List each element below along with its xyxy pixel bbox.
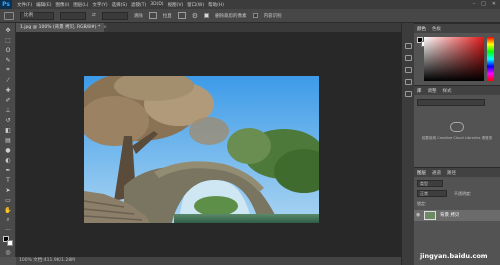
options-bar: 比例 ⇄ 清除 拉直 ⚙ 删除裁剪的像素 内容识别 [0, 9, 500, 23]
document-tab[interactable]: 1.jpg @ 100% (背景 拷贝, RGB/8#) * × [16, 23, 107, 32]
pen-tool-icon[interactable]: ✒ [3, 166, 13, 174]
ratio-select[interactable]: 比例 [20, 11, 54, 20]
menu-item-window[interactable]: 窗口(W) [187, 2, 204, 8]
stone-bridge-photo [84, 76, 319, 223]
document-tab-title: 1.jpg @ 100% (背景 拷贝, RGB/8#) * [20, 25, 101, 30]
lasso-tool-icon[interactable]: ʘ [3, 46, 13, 54]
layer-kind-select[interactable]: 类型 [417, 180, 443, 187]
straighten-icon[interactable] [148, 12, 157, 19]
quick-select-tool-icon[interactable]: ✎ [3, 56, 13, 64]
delete-cropped-pixels-checkbox[interactable] [204, 13, 210, 18]
menu-item-type[interactable]: 文字(Y) [92, 2, 107, 8]
hand-tool-icon[interactable]: ✋ [3, 206, 13, 214]
menu-items: 文件(F) 编辑(E) 图像(I) 图层(L) 文字(Y) 选择(S) 滤镜(T… [12, 2, 224, 8]
menu-item-help[interactable]: 帮助(H) [208, 2, 224, 8]
delete-cropped-pixels-label: 删除裁剪的像素 [215, 13, 247, 19]
tab-swatches[interactable]: 色板 [432, 26, 441, 32]
type-tool-icon[interactable]: T [3, 176, 13, 184]
zoom-tool-icon[interactable]: ⌕ [3, 216, 13, 224]
blur-tool-icon[interactable]: ● [3, 146, 13, 154]
tab-channels[interactable]: 通道 [432, 170, 441, 176]
background-color-swatch[interactable] [7, 240, 13, 246]
photoshop-logo: Ps [0, 0, 12, 9]
hue-slider[interactable] [487, 37, 494, 81]
more-tools-icon[interactable]: ··· [3, 226, 13, 234]
opacity-label: 不透明度: [454, 191, 472, 196]
document-tab-bar: 1.jpg @ 100% (背景 拷贝, RGB/8#) * × [16, 23, 401, 32]
color-panel: 颜色 色板 [414, 23, 500, 85]
overlay-icon[interactable] [177, 12, 186, 19]
content-aware-label: 内容识别 [263, 13, 282, 19]
tab-adjustments[interactable]: 调整 [428, 88, 437, 94]
eyedropper-tool-icon[interactable]: ⁄ [3, 76, 13, 84]
color-panel-tabs: 颜色 色板 [414, 24, 500, 33]
layers-panel-tabs: 图层 通道 路径 [414, 168, 500, 177]
minimize-icon[interactable]: – [473, 1, 476, 7]
tab-layers[interactable]: 图层 [417, 170, 426, 176]
maximize-icon[interactable]: □ [481, 1, 486, 7]
tools-panel: ✥ ⬚ ʘ ✎ ⌗ ⁄ ✚ ✐ ⊥ ↺ ◧ ▤ ● ◐ ✒ T ➤ ▭ ✋ ⌕ … [0, 23, 16, 257]
menu-item-3d[interactable]: 3D(D) [150, 2, 163, 8]
history-brush-tool-icon[interactable]: ↺ [3, 116, 13, 124]
tab-paths[interactable]: 路径 [447, 170, 456, 176]
menu-item-edit[interactable]: 编辑(E) [36, 2, 51, 8]
content-aware-checkbox[interactable] [252, 13, 258, 18]
layers-panel: 图层 通道 路径 类型 正常 不透明度: 锁定: ◉ 背景 拷贝 [414, 167, 500, 265]
creative-cloud-icon [450, 122, 464, 132]
character-icon[interactable] [405, 79, 412, 85]
window-controls: – □ ✕ [473, 1, 496, 7]
libraries-panel: 库 调整 样式 若要使用 Creative Cloud Libraries 请登… [414, 85, 500, 167]
status-bar: 100% 文档:411.9K/1.28M [16, 257, 401, 265]
history-icon[interactable] [405, 43, 412, 49]
straighten-label[interactable]: 拉直 [163, 13, 172, 19]
shape-tool-icon[interactable]: ▭ [3, 196, 13, 204]
paragraph-icon[interactable] [405, 91, 412, 97]
eraser-tool-icon[interactable]: ◧ [3, 126, 13, 134]
dock-icons [401, 23, 414, 265]
width-field[interactable] [60, 11, 86, 20]
swap-icon[interactable]: ⇄ [92, 13, 96, 18]
properties-icon[interactable] [405, 55, 412, 61]
brush-preset-icon[interactable] [405, 67, 412, 73]
library-select[interactable] [417, 99, 485, 106]
menu-item-view[interactable]: 视图(V) [168, 2, 184, 8]
menu-item-layer[interactable]: 图层(L) [73, 2, 88, 8]
canvas-area[interactable] [16, 32, 401, 257]
quick-mask-icon[interactable]: ◎ [3, 248, 13, 256]
healing-brush-tool-icon[interactable]: ✚ [3, 86, 13, 94]
layer-name: 背景 拷贝 [440, 213, 460, 218]
path-selection-tool-icon[interactable]: ➤ [3, 186, 13, 194]
gear-icon[interactable]: ⚙ [192, 12, 198, 20]
tab-libraries[interactable]: 库 [417, 88, 422, 94]
dodge-tool-icon[interactable]: ◐ [3, 156, 13, 164]
close-icon[interactable]: ✕ [492, 1, 496, 7]
libraries-message: 若要使用 Creative Cloud Libraries 请登录 [421, 136, 493, 140]
menu-item-filter[interactable]: 滤镜(T) [131, 2, 146, 8]
blend-mode-select[interactable]: 正常 [417, 190, 447, 197]
marquee-tool-icon[interactable]: ⬚ [3, 36, 13, 44]
visibility-eye-icon[interactable]: ◉ [416, 212, 420, 218]
libraries-panel-tabs: 库 调整 样式 [414, 86, 500, 95]
watermark: jingyan.baidu.com [420, 252, 488, 260]
move-tool-icon[interactable]: ✥ [3, 26, 13, 34]
layer-row[interactable]: ◉ 背景 拷贝 [414, 210, 500, 221]
tab-color[interactable]: 颜色 [417, 26, 426, 32]
height-field[interactable] [101, 11, 128, 20]
brush-tool-icon[interactable]: ✐ [3, 96, 13, 104]
crop-tool-preset-icon[interactable] [4, 11, 14, 20]
color-field[interactable] [424, 37, 484, 81]
menu-item-select[interactable]: 选择(S) [112, 2, 127, 8]
lock-label: 锁定: [417, 201, 427, 206]
document-photo[interactable] [84, 76, 319, 223]
tab-styles[interactable]: 样式 [443, 88, 452, 94]
clone-stamp-tool-icon[interactable]: ⊥ [3, 106, 13, 114]
clear-button[interactable]: 清除 [134, 13, 143, 19]
layer-thumbnail [424, 211, 436, 220]
menu-item-file[interactable]: 文件(F) [17, 2, 32, 8]
crop-tool-icon[interactable]: ⌗ [3, 66, 13, 74]
menu-item-image[interactable]: 图像(I) [55, 2, 69, 8]
close-tab-icon[interactable]: × [103, 25, 107, 30]
menu-bar: Ps 文件(F) 编辑(E) 图像(I) 图层(L) 文字(Y) 选择(S) 滤… [0, 0, 500, 9]
gradient-tool-icon[interactable]: ▤ [3, 136, 13, 144]
